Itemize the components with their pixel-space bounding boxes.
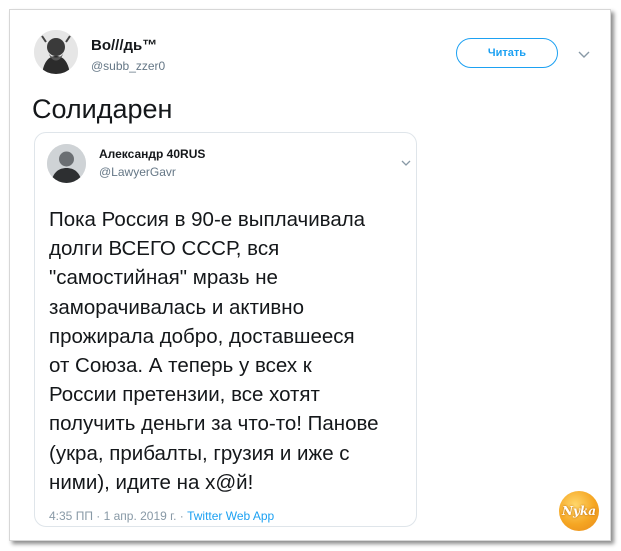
quoted-tweet-text: Пока Россия в 90-е выплачивала долги ВСЕ…: [49, 208, 379, 494]
quoted-tweet[interactable]: Александр 40RUS @LawyerGavr Пока Россия …: [34, 132, 417, 527]
quoted-tweet-timestamp[interactable]: 4:35 ПП · 1 апр. 2019 г.: [49, 509, 176, 523]
follow-button[interactable]: Читать: [456, 38, 558, 68]
chevron-down-icon[interactable]: [401, 154, 411, 172]
person-avatar: [47, 144, 86, 183]
quoted-author-name[interactable]: Александр 40RUS: [99, 147, 205, 161]
quoted-author-avatar[interactable]: [47, 144, 86, 183]
author-handle[interactable]: @subb_zzer0: [91, 59, 165, 73]
nyka-logo-badge: Nyka: [559, 491, 599, 531]
chevron-down-icon[interactable]: [578, 46, 590, 64]
watermark-text: Nyka: [561, 504, 597, 518]
author-avatar[interactable]: [34, 30, 78, 74]
author-name[interactable]: Во///дь™: [91, 37, 157, 54]
quoted-tweet-meta: 4:35 ПП · 1 апр. 2019 г. · Twitter Web A…: [49, 509, 274, 523]
quoted-tweet-source[interactable]: Twitter Web App: [187, 509, 274, 523]
tweet-card: Во///дь™ @subb_zzer0 Читать Солидарен Ал…: [9, 9, 611, 541]
tweet-text: Солидарен: [32, 94, 173, 124]
meta-separator: ·: [176, 509, 188, 523]
bearded-portrait-avatar: [34, 30, 78, 74]
quoted-author-handle[interactable]: @LawyerGavr: [99, 165, 176, 179]
